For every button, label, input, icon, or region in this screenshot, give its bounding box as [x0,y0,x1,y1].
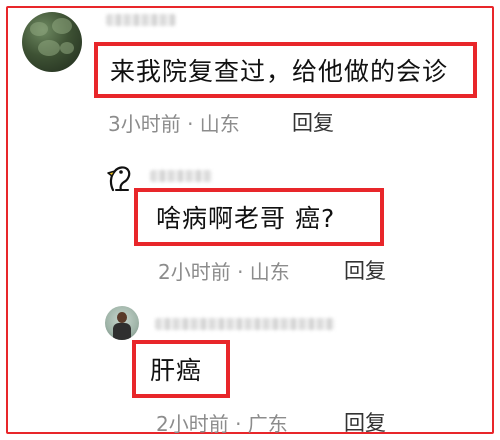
comment-meta: 2小时前 · 广东 [156,412,288,436]
comment-text: 肝癌 [150,356,203,385]
username-blurred [155,318,335,330]
duck-icon [107,166,131,192]
comment-text: 来我院复查过，给他做的会诊 [110,57,449,86]
user-avatar[interactable] [22,12,82,72]
reply-button[interactable]: 回复 [344,407,386,437]
comment-meta: 2小时前 · 山东 [158,260,290,284]
duck-avatar[interactable] [104,160,138,194]
comment-meta: 3小时前 · 山东 [108,112,240,136]
comment-text-box: 啥病啊老哥 癌? [134,188,384,246]
user-avatar[interactable] [105,306,139,340]
comment-text: 啥病啊老哥 癌? [156,204,336,233]
reply-button[interactable]: 回复 [292,107,334,137]
reply-button[interactable]: 回复 [344,255,386,285]
comment-text-box: 肝癌 [132,340,230,398]
username-blurred [106,14,176,26]
username-blurred [150,170,212,182]
comment-text-box: 来我院复查过，给他做的会诊 [94,42,477,98]
